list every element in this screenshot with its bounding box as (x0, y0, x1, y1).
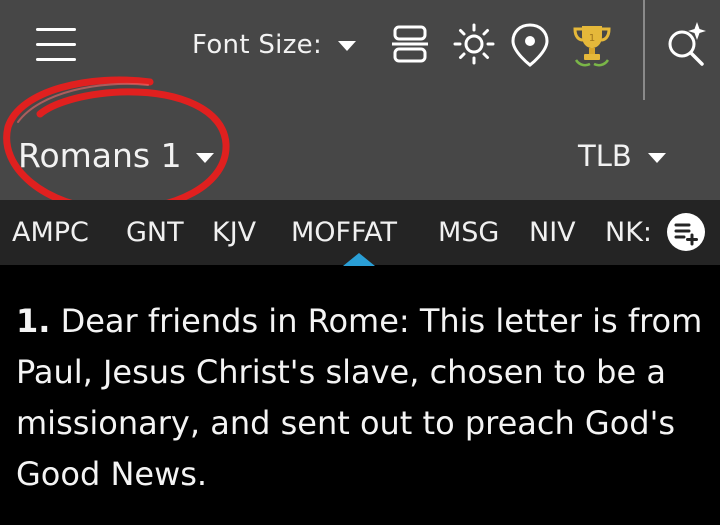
tab-ampc[interactable]: AMPC (12, 217, 89, 248)
active-tab-indicator (343, 253, 375, 266)
search-sparkle-icon[interactable] (664, 20, 710, 66)
toolbar-divider (643, 0, 645, 100)
add-translation-button[interactable] (667, 213, 705, 251)
top-toolbar: Font Size: 1 Romans 1 TLB (0, 0, 720, 214)
verse-text: 1. Dear friends in Rome: This letter is … (16, 296, 706, 500)
svg-text:1: 1 (589, 33, 595, 44)
version-label: TLB (578, 139, 632, 173)
trophy-icon[interactable]: 1 (570, 22, 614, 68)
font-size-dropdown[interactable]: Font Size: (192, 30, 357, 60)
tab-gnt[interactable]: GNT (126, 217, 184, 248)
layout-toggle-icon[interactable] (390, 24, 430, 64)
location-pin-icon[interactable] (510, 22, 550, 68)
verse-number: 1. (16, 302, 51, 340)
brightness-icon[interactable] (453, 23, 495, 65)
hamburger-menu-icon[interactable] (36, 28, 76, 61)
tab-nkjv[interactable]: NK: (605, 217, 652, 248)
tab-kjv[interactable]: KJV (212, 217, 256, 248)
tab-msg[interactable]: MSG (438, 217, 499, 248)
tab-niv[interactable]: NIV (529, 217, 576, 248)
verse-body: Dear friends in Rome: This letter is fro… (16, 302, 703, 493)
add-to-list-icon (674, 223, 698, 246)
tab-moffat[interactable]: MOFFAT (291, 217, 397, 248)
chevron-down-icon (338, 40, 357, 51)
chevron-down-icon (647, 153, 666, 163)
version-selector[interactable]: TLB (578, 139, 666, 173)
font-size-label: Font Size: (192, 30, 323, 60)
